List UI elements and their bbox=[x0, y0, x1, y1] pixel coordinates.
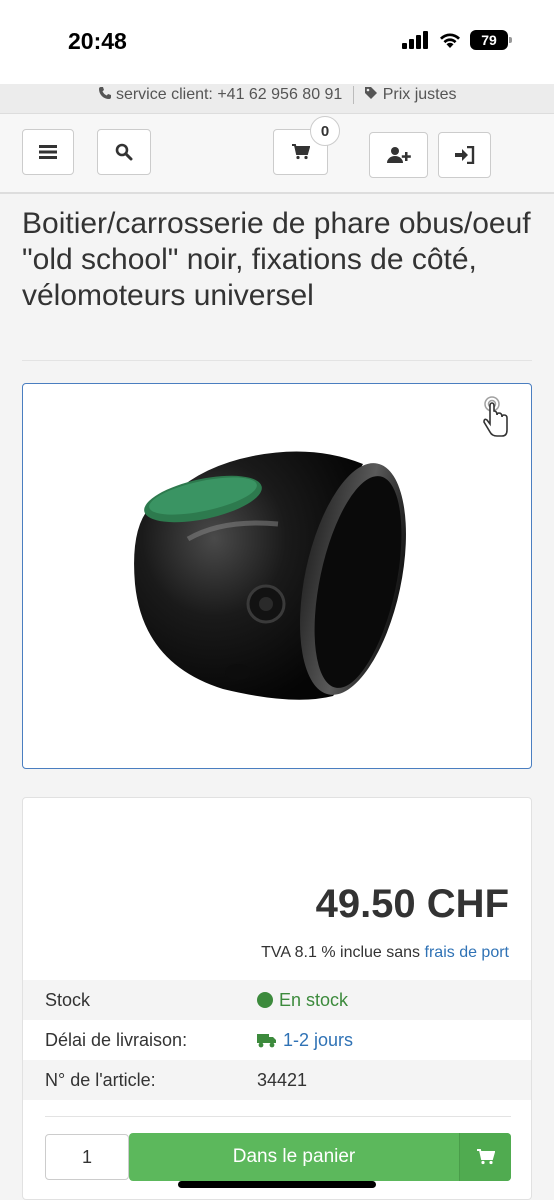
quantity-input[interactable]: 1 bbox=[45, 1134, 129, 1180]
truck-icon bbox=[257, 1033, 276, 1047]
cart-icon bbox=[291, 144, 310, 160]
vat-text: TVA 8.1 % inclue sans bbox=[261, 944, 421, 961]
status-bar: 20:48 79 bbox=[0, 0, 554, 84]
product-image[interactable] bbox=[22, 383, 532, 769]
product-title: Boitier/carrosserie de phare obus/oeuf "… bbox=[22, 207, 531, 312]
pointer-hand-icon bbox=[483, 396, 508, 437]
search-icon bbox=[115, 143, 133, 161]
battery-level: 79 bbox=[481, 32, 497, 48]
article-number: 34421 bbox=[257, 1069, 308, 1090]
vat-note: TVA 8.1 % inclue sans frais de port bbox=[261, 944, 509, 962]
detail-row-delivery: Délai de livraison: 1-2 jours bbox=[23, 1020, 531, 1060]
sign-in-icon bbox=[454, 146, 474, 164]
menu-icon bbox=[39, 145, 57, 159]
tag-icon bbox=[365, 87, 378, 99]
login-button[interactable] bbox=[438, 132, 491, 178]
price-card: 49.50 CHF TVA 8.1 % inclue sans frais de… bbox=[22, 797, 532, 1200]
divider bbox=[22, 360, 532, 361]
home-indicator[interactable] bbox=[178, 1181, 376, 1188]
detail-value: 1-2 jours bbox=[257, 1030, 353, 1051]
delivery-time: 1-2 jours bbox=[283, 1029, 354, 1050]
detail-row-stock: Stock En stock bbox=[23, 980, 531, 1020]
menu-button[interactable] bbox=[22, 129, 74, 175]
user-plus-icon bbox=[386, 147, 411, 163]
status-icons: 79 bbox=[402, 30, 512, 50]
detail-label: Stock bbox=[45, 989, 91, 1010]
stock-status: En stock bbox=[279, 989, 349, 1010]
fair-prices-label: Prix justes bbox=[382, 86, 457, 103]
add-to-cart-label: Dans le panier bbox=[232, 1146, 356, 1167]
detail-label: N° de l'article: bbox=[45, 1069, 156, 1090]
battery-icon: 79 bbox=[470, 30, 512, 50]
headlight-shell-image bbox=[134, 451, 406, 700]
wifi-icon bbox=[440, 33, 460, 48]
divider bbox=[45, 1116, 511, 1117]
product-price: 49.50 CHF bbox=[315, 882, 509, 926]
add-to-cart-button[interactable]: Dans le panier bbox=[129, 1133, 511, 1181]
add-to-cart-icon-area bbox=[459, 1133, 511, 1181]
service-phone[interactable]: service client: +41 62 956 80 91 bbox=[116, 86, 342, 103]
detail-label: Délai de livraison: bbox=[45, 1029, 188, 1050]
status-time: 20:48 bbox=[68, 28, 127, 54]
phone-icon bbox=[98, 87, 111, 99]
divider bbox=[352, 85, 354, 104]
signal-icon bbox=[402, 31, 428, 49]
info-bar: service client: +41 62 956 80 91 Prix ju… bbox=[0, 84, 554, 114]
cart-icon bbox=[476, 1149, 495, 1165]
register-button[interactable] bbox=[369, 132, 428, 178]
cart-count-badge: 0 bbox=[310, 116, 340, 146]
stock-status-icon bbox=[257, 992, 273, 1008]
detail-value: En stock bbox=[257, 990, 348, 1011]
shipping-costs-link[interactable]: frais de port bbox=[425, 944, 509, 961]
top-navbar: 0 bbox=[0, 114, 554, 194]
detail-row-article-number: N° de l'article: 34421 bbox=[23, 1060, 531, 1100]
search-button[interactable] bbox=[97, 129, 151, 175]
